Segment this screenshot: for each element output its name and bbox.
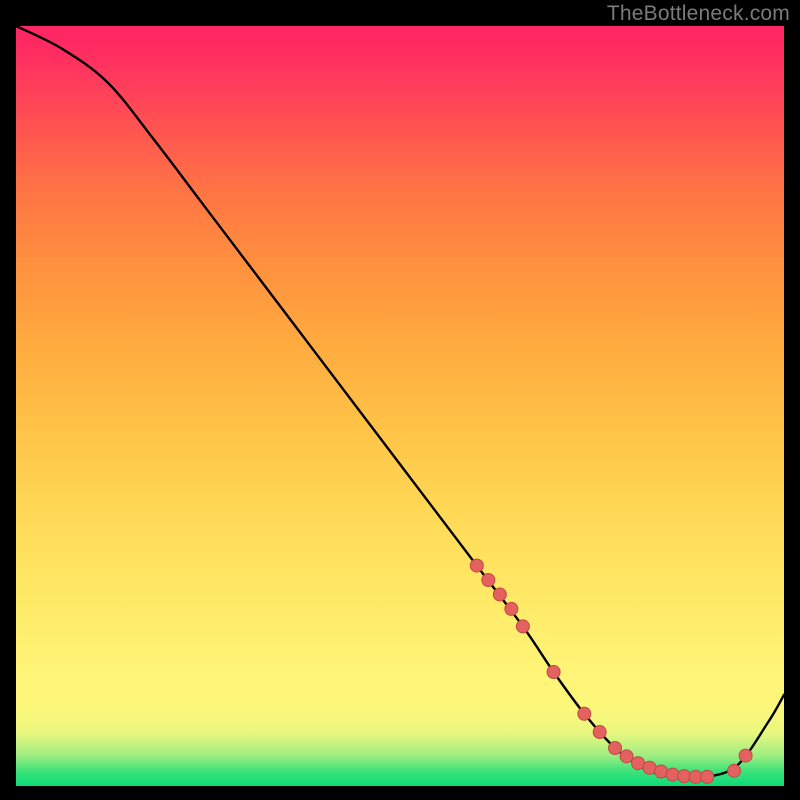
curve-marker — [655, 765, 668, 778]
curve-marker — [593, 726, 606, 739]
plot-area — [16, 26, 784, 786]
bottleneck-curve — [16, 26, 784, 778]
curve-marker — [701, 770, 714, 783]
curve-marker — [643, 761, 656, 774]
curve-marker — [620, 750, 633, 763]
watermark-text: TheBottleneck.com — [607, 2, 790, 26]
curve-marker — [578, 707, 591, 720]
curve-marker — [739, 749, 752, 762]
chart-stage: TheBottleneck.com — [0, 0, 800, 800]
curve-svg — [16, 26, 784, 786]
curve-markers — [470, 559, 752, 783]
curve-marker — [609, 742, 622, 755]
curve-marker — [493, 588, 506, 601]
curve-marker — [470, 559, 483, 572]
curve-marker — [516, 620, 529, 633]
curve-marker — [505, 602, 518, 615]
curve-marker — [728, 764, 741, 777]
curve-marker — [547, 666, 560, 679]
curve-marker — [678, 770, 691, 783]
curve-marker — [482, 574, 495, 587]
curve-marker — [666, 768, 679, 781]
